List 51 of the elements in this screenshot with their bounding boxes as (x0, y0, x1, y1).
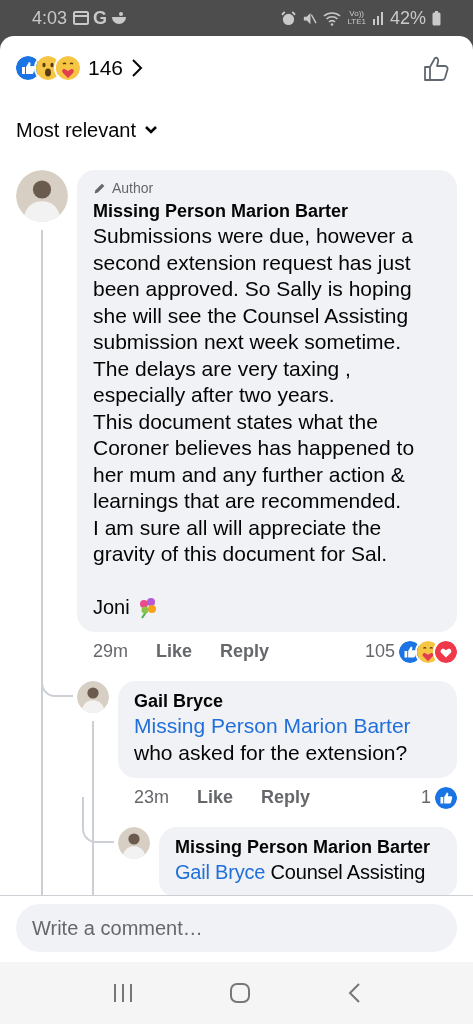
reply-link[interactable]: Reply (261, 784, 311, 811)
comment-author[interactable]: Missing Person Marion Barter (175, 835, 441, 859)
surprised-emoji-icon (36, 56, 60, 80)
network-label: Vo)) (349, 10, 365, 18)
reaction-count: 1 (421, 786, 431, 809)
wifi-icon (323, 10, 342, 26)
chevron-down-icon (144, 125, 159, 135)
alarm-icon (281, 10, 297, 26)
avatar[interactable] (77, 681, 109, 713)
mention-link[interactable]: Missing Person Marion Barter (134, 714, 411, 737)
author-label: Author (112, 179, 154, 198)
comment-text: Gail Bryce Counsel Assisting (175, 860, 427, 885)
like-reaction-icon (399, 640, 421, 663)
avatar[interactable] (16, 170, 68, 222)
pencil-icon (93, 182, 106, 195)
battery-icon (432, 10, 441, 26)
clock: 4:03 (32, 6, 68, 30)
comment-text: This document states what the Coroner believes has happened to her mum and any further action & learnings that are recommended. (93, 408, 416, 514)
avatar[interactable] (118, 827, 150, 859)
recent-apps-icon[interactable] (111, 983, 134, 1003)
like-reaction-icon (16, 56, 40, 80)
comment-text: I am sure all will appreciate the gravity of this document for Sal. (93, 514, 389, 567)
hug-emoji-icon (417, 640, 439, 663)
reactions-summary[interactable]: 146 (16, 52, 144, 84)
network-label: LTE1 (347, 18, 366, 26)
chevron-right-icon (131, 58, 144, 78)
comment-input[interactable]: Write a comment… (16, 904, 457, 952)
calendar-icon (73, 11, 90, 25)
like-link[interactable]: Like (156, 638, 193, 665)
comment-text: Missing Person Marion Barter who asked for the extension? (134, 713, 412, 766)
comment-text: Submissions were due, however a second extension request has just been approved. So Sally is hoping she will see the Counsel Assisting submission next week sometime. The delays are very taxing , especially after two years. (93, 223, 414, 408)
like-reaction-icon (435, 786, 457, 809)
notification-letter: G (93, 6, 108, 30)
thumbs-up-icon[interactable] (423, 54, 451, 82)
heart-reaction-icon (435, 640, 457, 663)
comment-time: 29m (93, 640, 128, 663)
signal-icon (371, 11, 384, 25)
bowl-icon (111, 11, 128, 25)
comment-author[interactable]: Gail Bryce (134, 689, 441, 713)
comment-time: 23m (134, 786, 169, 809)
signature: Joni (93, 594, 130, 620)
back-icon[interactable] (347, 982, 362, 1004)
mention-link[interactable]: Gail Bryce (175, 861, 266, 883)
home-icon[interactable] (229, 982, 252, 1004)
battery-percentage: 42% (389, 6, 426, 30)
sort-dropdown[interactable]: Most relevant (16, 115, 159, 145)
comment-author[interactable]: Missing Person Marion Barter (93, 199, 441, 223)
like-link[interactable]: Like (197, 784, 234, 811)
hug-emoji-icon (56, 56, 80, 80)
reaction-count: 105 (364, 640, 395, 663)
reply-link[interactable]: Reply (220, 638, 270, 665)
